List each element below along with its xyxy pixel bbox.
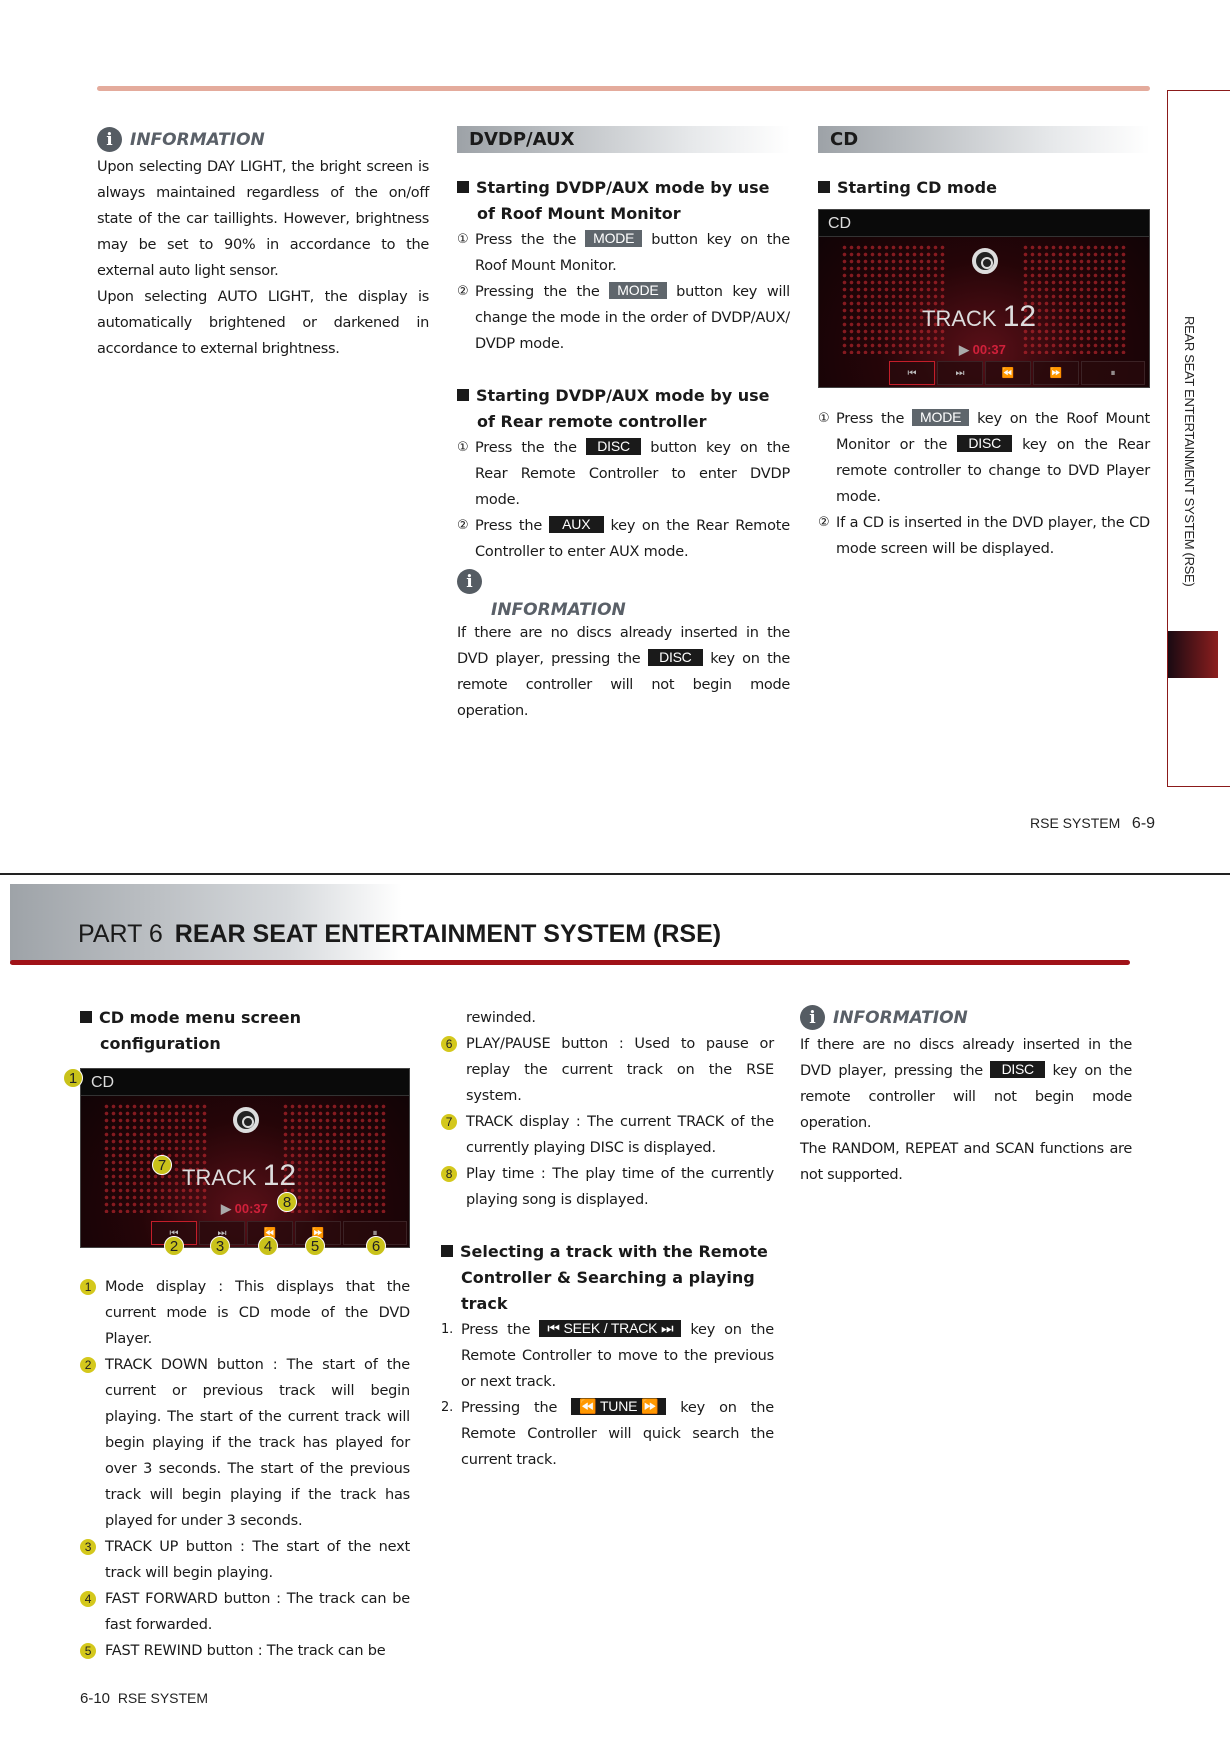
mode-key: MODE — [912, 409, 970, 426]
tune-key: ⏪ TUNE ⏩ — [571, 1398, 667, 1415]
cd-section: CD Starting CD mode CD TRACK 12 ▶ 00:37 … — [818, 126, 1150, 562]
play-icon: ▶ — [959, 342, 973, 357]
equalizer-dots-right — [1022, 244, 1127, 354]
part-title: PART 6 REAR SEAT ENTERTAINMENT SYSTEM (RS… — [78, 920, 722, 948]
callout-badge-3: 3 — [210, 1236, 230, 1256]
step-item: ① Press the MODE key on the Roof Mount Mo… — [818, 409, 1150, 505]
callout-badge-5: 5 — [305, 1236, 325, 1256]
list-item: 7 TRACK display : The current TRACK of th… — [441, 1109, 774, 1161]
step-item: 1. Press the ⏮ SEEK / TRACK ⏭ key on the … — [441, 1320, 774, 1390]
page-divider — [0, 873, 1230, 875]
fast-forward-button[interactable]: ⏩ — [1033, 361, 1079, 385]
square-bullet-icon — [457, 389, 469, 401]
section-title-bar: DVDP/AUX — [457, 126, 790, 153]
track-selection-section: rewinded. 6 PLAY/PAUSE button : Used to p… — [441, 1005, 774, 1473]
list-item: 2 TRACK DOWN button : The start of the cu… — [80, 1352, 410, 1534]
list-item: 5 FAST REWIND button : The track can be — [80, 1638, 410, 1664]
side-tab-label: REAR SEAT ENTERTAINMENT SYSTEM (RSE) — [1182, 316, 1197, 587]
seek-track-key: ⏮ SEEK / TRACK ⏭ — [539, 1320, 682, 1337]
play-icon: ▶ — [221, 1201, 235, 1216]
callout-badge-2: 2 — [164, 1236, 184, 1256]
subheading: Starting CD mode — [818, 175, 1150, 201]
cd-screen-annotated: CD TRACK 12 ▶ 00:37 ⏮ ⏭ ⏪ ⏩ ⏸ — [80, 1068, 410, 1248]
page-footer-top: RSE SYSTEM 6-9 — [1030, 815, 1156, 832]
side-tab-color-block — [1168, 631, 1218, 678]
equalizer-dots-left — [841, 244, 946, 354]
disc-key: DISC — [647, 649, 703, 666]
list-continuation: rewinded. — [466, 1010, 536, 1026]
mode-key: MODE — [585, 230, 643, 247]
info-paragraph: Upon selecting DAY LIGHT, the bright scr… — [97, 159, 429, 279]
step-item: ① Press the the MODE button key on the Ro… — [457, 230, 790, 274]
mode-key: MODE — [609, 282, 667, 299]
subheading: Starting DVDP/AUX mode by use of Roof Mo… — [457, 175, 790, 227]
square-bullet-icon — [818, 181, 830, 193]
cd-menu-config-section: CD mode menu screen configuration CD TRA… — [63, 1005, 410, 1664]
step-item: 2. Pressing the ⏪ TUNE ⏩ key on the Remot… — [441, 1398, 774, 1468]
callout-badge-8: 8 — [277, 1192, 297, 1212]
subheading: Selecting a track with the Remote Contro… — [441, 1239, 774, 1317]
section-title-bar: CD — [818, 126, 1150, 153]
callout-list: 1 Mode display : This displays that the c… — [80, 1274, 410, 1664]
play-time: ▶ 00:37 — [221, 1201, 268, 1216]
play-time: ▶ 00:37 — [959, 342, 1006, 357]
step-item: ② Pressing the the MODE button key will c… — [457, 282, 790, 352]
fast-rewind-button[interactable]: ⏪ — [985, 361, 1031, 385]
info-box-no-disc: i INFORMATION If there are no discs alre… — [457, 569, 790, 724]
square-bullet-icon — [80, 1011, 92, 1023]
disc-icon — [972, 248, 998, 274]
list-item: 6 PLAY/PAUSE button : Used to pause or re… — [441, 1031, 774, 1109]
disc-key: DISC — [957, 435, 1013, 452]
list-item: 1 Mode display : This displays that the c… — [80, 1274, 410, 1352]
subheading: CD mode menu screen configuration — [80, 1005, 410, 1057]
track-down-button[interactable]: ⏮ — [889, 361, 935, 385]
step-item: ② Press the AUX key on the Rear Remote Co… — [457, 516, 790, 560]
info-title: INFORMATION — [491, 600, 626, 620]
aux-key: AUX — [548, 516, 604, 533]
info-box-unsupported: i INFORMATION If there are no discs alre… — [800, 1005, 1132, 1188]
part-header-band: PART 6 REAR SEAT ENTERTAINMENT SYSTEM (RS… — [10, 884, 1130, 964]
disc-icon — [233, 1107, 259, 1133]
step-item: ② If a CD is inserted in the DVD player, … — [818, 515, 1150, 557]
info-icon: i — [97, 127, 122, 152]
info-icon: i — [800, 1005, 825, 1030]
info-box-brightness: i INFORMATION Upon selecting DAY LIGHT, … — [97, 127, 429, 362]
square-bullet-icon — [441, 1245, 453, 1257]
callout-badge-7: 7 — [152, 1155, 172, 1175]
dvdp-aux-section: DVDP/AUX Starting DVDP/AUX mode by use o… — [457, 126, 790, 724]
info-note: The RANDOM, REPEAT and SCAN functions ar… — [800, 1141, 1132, 1183]
disc-key: DISC — [990, 1061, 1046, 1078]
play-pause-button[interactable]: ⏸ — [1081, 361, 1145, 385]
info-header: i INFORMATION — [97, 127, 429, 152]
mode-display: CD — [81, 1069, 409, 1096]
page-footer-bottom: 6-10 RSE SYSTEM — [80, 1690, 209, 1707]
track-display: TRACK 12 — [922, 300, 1037, 333]
chapter-side-tab: REAR SEAT ENTERTAINMENT SYSTEM (RSE) — [1167, 90, 1230, 787]
step-item: ① Press the the DISC button key on the Re… — [457, 438, 790, 508]
track-up-button[interactable]: ⏭ — [937, 361, 983, 385]
list-item: 4 FAST FORWARD button : The track can be … — [80, 1586, 410, 1638]
info-paragraph: Upon selecting AUTO LIGHT, the display i… — [97, 289, 429, 357]
list-item: 8 Play time : The play time of the curren… — [441, 1161, 774, 1213]
cd-screen-image: CD TRACK 12 ▶ 00:37 ⏮ ⏭ ⏪ ⏩ ⏸ — [818, 209, 1150, 388]
mode-display: CD — [819, 210, 1149, 237]
info-title: INFORMATION — [833, 1007, 968, 1028]
track-display: TRACK 12 — [182, 1159, 297, 1192]
list-item: 3 TRACK UP button : The start of the next… — [80, 1534, 410, 1586]
info-header: i INFORMATION — [800, 1005, 1132, 1030]
callout-badge-1: 1 — [63, 1068, 83, 1088]
square-bullet-icon — [457, 181, 469, 193]
callout-badge-6: 6 — [366, 1236, 386, 1256]
callout-badge-4: 4 — [258, 1236, 278, 1256]
subheading: Starting DVDP/AUX mode by use of Rear re… — [457, 383, 790, 435]
part-header-rule — [10, 960, 1130, 965]
disc-key: DISC — [586, 438, 642, 455]
equalizer-dots-right — [282, 1103, 387, 1213]
control-bar: ⏮ ⏭ ⏪ ⏩ ⏸ — [889, 361, 1145, 385]
top-header-rule — [97, 86, 1150, 91]
info-title: INFORMATION — [130, 129, 265, 150]
info-icon: i — [457, 569, 482, 594]
